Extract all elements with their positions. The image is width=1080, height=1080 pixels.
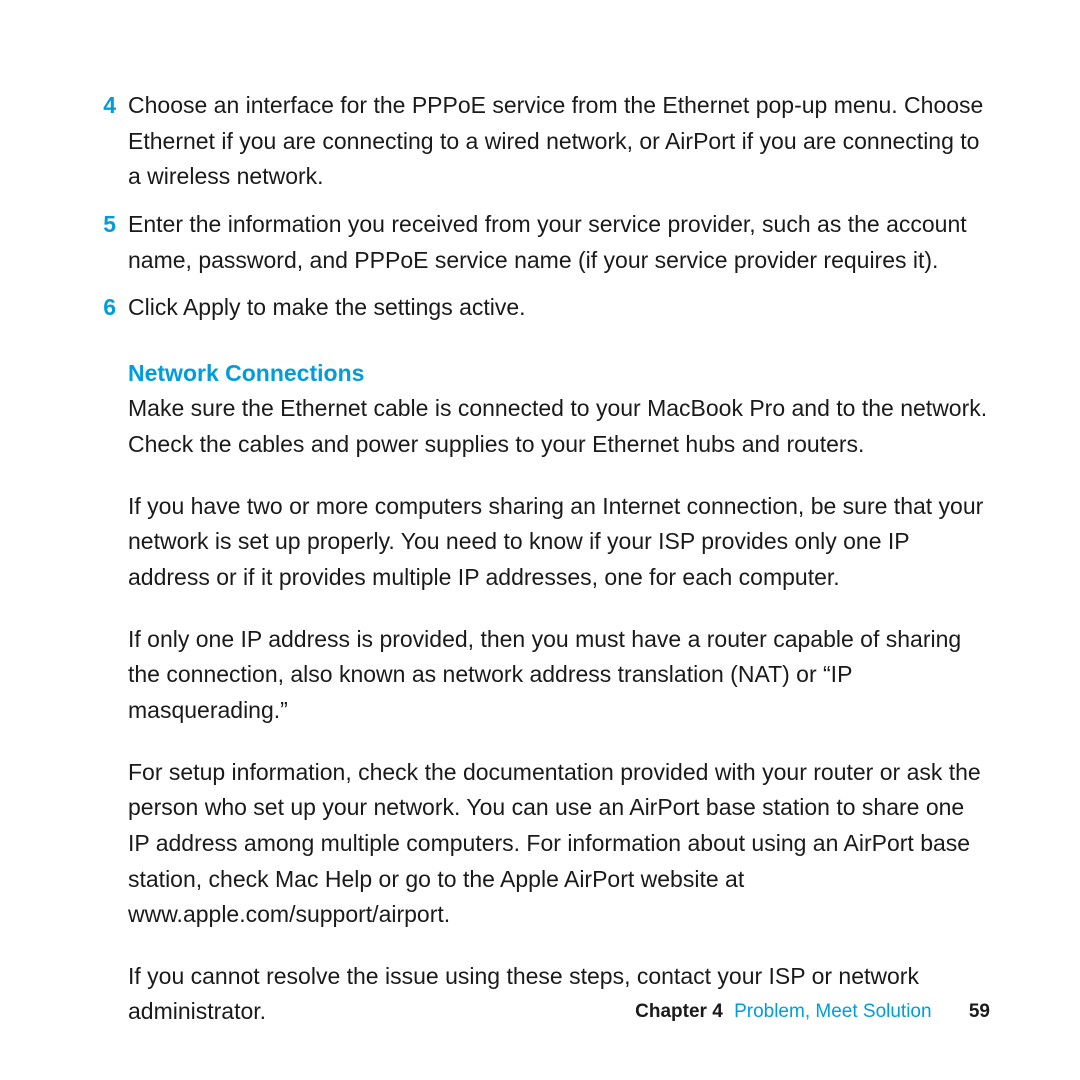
chapter-title: Problem, Meet Solution [734, 1001, 932, 1022]
document-page: 4 Choose an interface for the PPPoE serv… [0, 0, 1080, 1080]
page-footer: Chapter 4 Problem, Meet Solution 59 [128, 997, 990, 1026]
page-number: 59 [969, 1001, 990, 1022]
body-paragraph: For setup information, check the documen… [128, 755, 990, 933]
step-text: Choose an interface for the PPPoE servic… [128, 92, 983, 189]
numbered-steps: 4 Choose an interface for the PPPoE serv… [128, 88, 990, 326]
step-number: 5 [86, 207, 116, 243]
step-item: 4 Choose an interface for the PPPoE serv… [128, 88, 990, 195]
step-number: 4 [86, 88, 116, 124]
step-item: 6 Click Apply to make the settings activ… [128, 290, 990, 326]
step-text: Click Apply to make the settings active. [128, 294, 526, 320]
body-paragraph: Make sure the Ethernet cable is connecte… [128, 391, 990, 462]
body-paragraph: If only one IP address is provided, then… [128, 622, 990, 729]
step-item: 5 Enter the information you received fro… [128, 207, 990, 278]
step-number: 6 [86, 290, 116, 326]
step-text: Enter the information you received from … [128, 211, 967, 273]
body-paragraph: If you have two or more computers sharin… [128, 489, 990, 596]
section-subheading: Network Connections [128, 356, 990, 392]
chapter-label: Chapter 4 [635, 1001, 723, 1022]
